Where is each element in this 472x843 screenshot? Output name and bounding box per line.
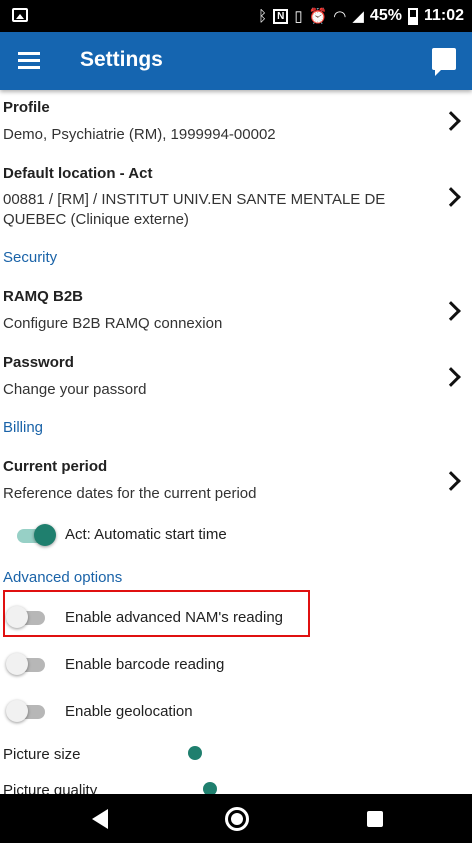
default-location-item[interactable]: Default location - Act 00881 / [RM] / IN… <box>0 156 472 244</box>
status-bar: ᛒ N ▯ ⏰ ◠ ◢ 45% 11:02 <box>0 0 472 32</box>
default-location-title: Default location - Act <box>3 165 153 182</box>
password-title: Password <box>3 354 74 371</box>
auto-start-toggle[interactable] <box>14 523 56 547</box>
current-period-subtitle: Reference dates for the current period <box>3 485 257 502</box>
picture-size-label: Picture size <box>3 746 81 763</box>
picture-quality-row[interactable]: Picture quality <box>0 780 472 794</box>
back-icon[interactable] <box>92 809 108 829</box>
current-period-title: Current period <box>3 458 108 475</box>
picture-size-row[interactable]: Picture size <box>0 742 472 772</box>
picture-quality-label: Picture quality <box>3 782 98 794</box>
geolocation-row[interactable]: Enable geolocation <box>0 698 472 728</box>
hamburger-menu-icon[interactable] <box>18 52 40 70</box>
navigation-bar <box>0 794 472 843</box>
nam-reading-row[interactable]: Enable advanced NAM's reading <box>0 604 472 634</box>
ramq-b2b-title: RAMQ B2B <box>3 288 84 305</box>
auto-start-row[interactable]: Act: Automatic start time <box>0 520 472 550</box>
barcode-reading-toggle[interactable] <box>6 652 46 676</box>
profile-item[interactable]: Profile Demo, Psychiatrie (RM), 1999994-… <box>0 90 472 152</box>
profile-title: Profile <box>3 99 50 116</box>
app-bar: Settings <box>0 32 472 90</box>
password-subtitle: Change your passord <box>3 381 147 398</box>
chevron-right-icon <box>441 187 461 207</box>
nam-reading-toggle[interactable] <box>6 605 46 629</box>
nfc-icon: N <box>273 8 289 24</box>
home-icon[interactable] <box>225 807 249 831</box>
picture-size-slider-thumb[interactable] <box>188 746 202 760</box>
auto-start-label: Act: Automatic start time <box>65 526 227 543</box>
current-period-item[interactable]: Current period Reference dates for the c… <box>0 448 472 508</box>
toggle-thumb <box>34 524 56 546</box>
profile-subtitle: Demo, Psychiatrie (RM), 1999994-00002 <box>3 126 276 143</box>
section-advanced-options: Advanced options <box>3 569 123 586</box>
nam-reading-label: Enable advanced NAM's reading <box>65 609 283 626</box>
default-location-subtitle: 00881 / [RM] / INSTITUT UNIV.EN SANTE ME… <box>3 191 386 228</box>
barcode-reading-label: Enable barcode reading <box>65 656 225 673</box>
clock: 11:02 <box>423 7 464 24</box>
barcode-reading-row[interactable]: Enable barcode reading <box>0 651 472 681</box>
chat-icon[interactable] <box>432 48 456 76</box>
section-billing: Billing <box>3 419 44 436</box>
toggle-thumb <box>6 700 28 722</box>
chevron-right-icon <box>441 111 461 131</box>
chevron-right-icon <box>441 471 461 491</box>
ramq-b2b-item[interactable]: RAMQ B2B Configure B2B RAMQ connexion <box>0 278 472 338</box>
gallery-icon <box>12 8 28 22</box>
geolocation-label: Enable geolocation <box>65 703 193 720</box>
settings-list: Profile Demo, Psychiatrie (RM), 1999994-… <box>0 90 472 794</box>
chevron-right-icon <box>441 301 461 321</box>
picture-quality-slider-thumb[interactable] <box>203 782 217 794</box>
section-security: Security <box>3 249 58 266</box>
vibrate-icon: ▯ <box>294 8 303 25</box>
bluetooth-icon: ᛒ <box>258 7 268 25</box>
status-icons: ᛒ N ▯ ⏰ ◠ ◢ 45% 11:02 <box>258 0 464 32</box>
recent-apps-icon[interactable] <box>367 811 383 827</box>
geolocation-toggle[interactable] <box>6 699 46 723</box>
page-title: Settings <box>80 48 163 71</box>
alarm-icon: ⏰ <box>308 8 328 25</box>
toggle-thumb <box>6 653 28 675</box>
password-item[interactable]: Password Change your passord <box>0 344 472 404</box>
battery-icon <box>407 7 418 25</box>
ramq-b2b-subtitle: Configure B2B RAMQ connexion <box>3 315 223 332</box>
wifi-icon: ◠ <box>333 8 347 25</box>
chevron-right-icon <box>441 367 461 387</box>
battery-percentage: 45% <box>369 7 402 24</box>
toggle-thumb <box>6 606 28 628</box>
signal-icon: ◢ <box>352 8 364 25</box>
